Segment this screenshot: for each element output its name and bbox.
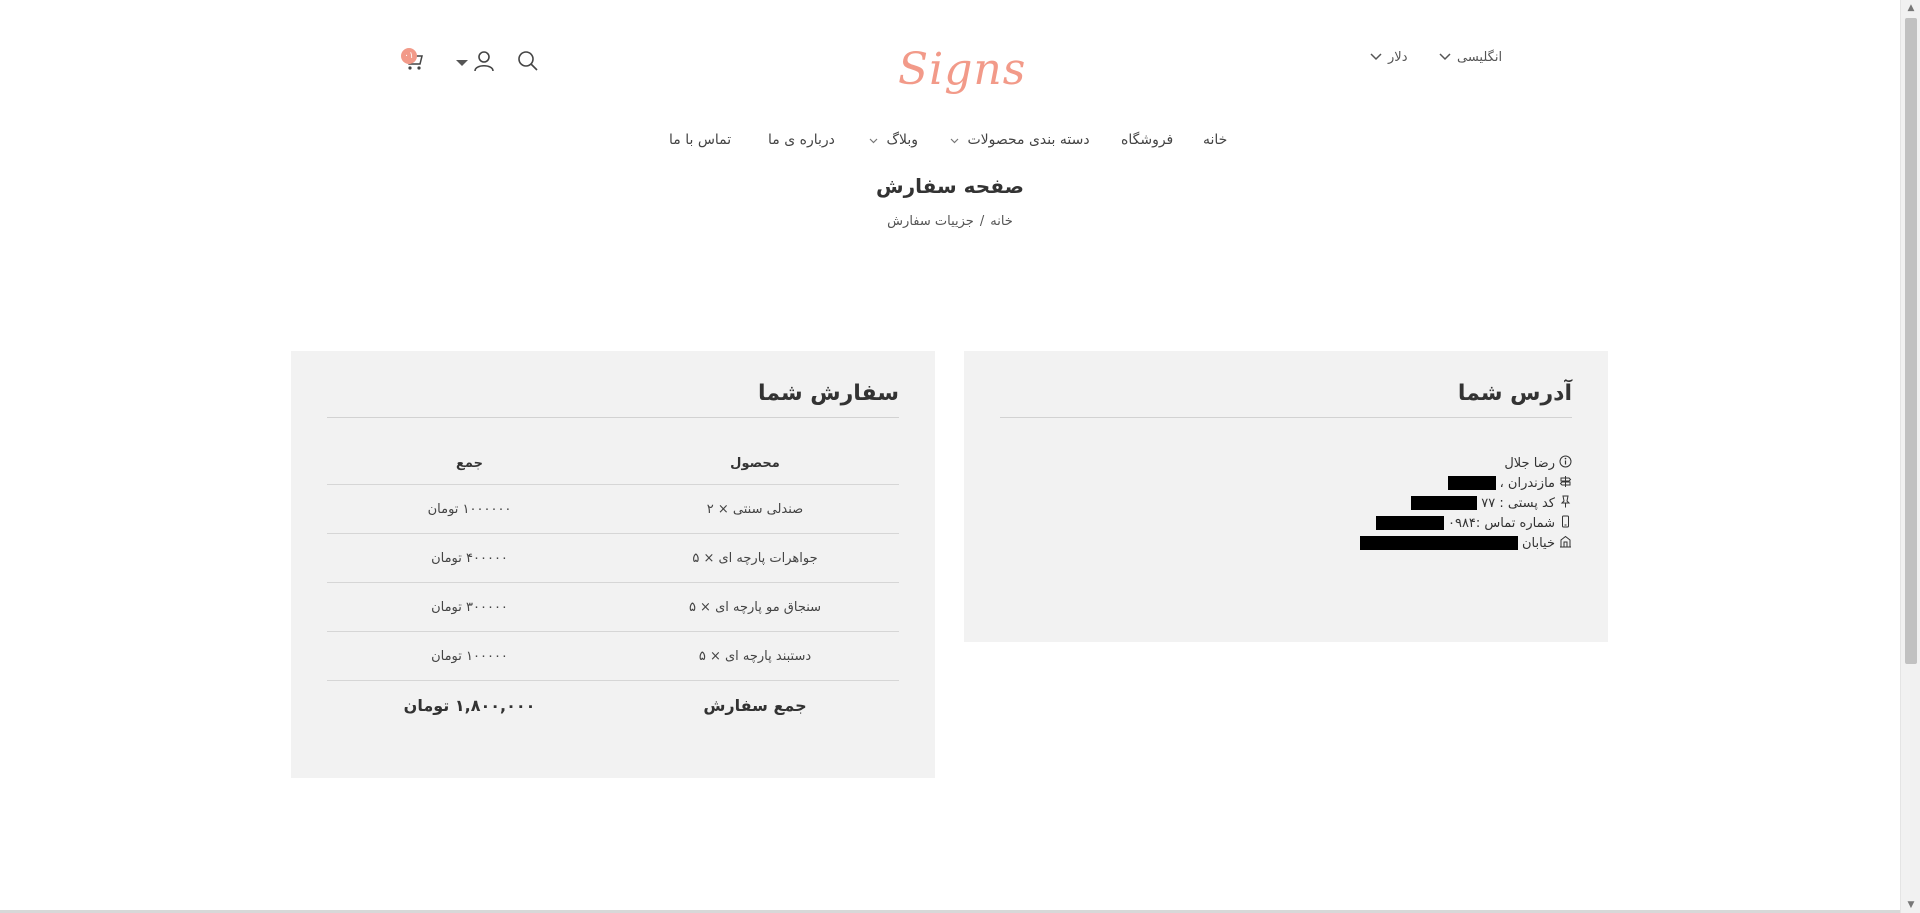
breadcrumb: خانه / جزییات سفارش (700, 214, 1200, 229)
address-street: خیابان (1359, 533, 1572, 553)
order-panel: سفارش شما محصول جمع صندلی سنتی × ۲ ۱۰۰۰۰… (291, 351, 935, 778)
column-header-total: جمع (456, 456, 483, 471)
logo[interactable]: Signs (898, 42, 1025, 98)
scrollbar-thumb[interactable] (1905, 18, 1917, 664)
nav-item-blog[interactable]: وبلاگ (869, 132, 918, 148)
order-title: سفارش شما (757, 381, 899, 406)
nav-item-home[interactable]: خانه (1203, 132, 1227, 148)
address-postal-code: کد پستی : ۷۷ (1360, 493, 1572, 513)
caret-down-icon[interactable] (456, 60, 468, 66)
table-row: صندلی سنتی × ۲ ۱۰۰۰۰۰۰ تومان (327, 485, 899, 534)
postal-code-text: کد پستی : ۷۷ (1481, 495, 1555, 511)
product-cell: دستبند پارچه ای × ۵ (698, 648, 812, 664)
table-row: سنجاق مو پارچه ای × ۵ ۳۰۰۰۰۰ تومان (327, 583, 899, 632)
chevron-down-icon (1370, 51, 1382, 64)
order-total-label: جمع سفارش (703, 696, 807, 715)
redacted-block (1359, 536, 1518, 550)
nav-item-shop[interactable]: فروشگاه (1121, 132, 1173, 148)
nav-item-about[interactable]: درباره ی ما (768, 132, 835, 148)
nav-label: فروشگاه (1121, 132, 1174, 148)
total-cell: ۳۰۰۰۰۰ تومان (431, 599, 508, 615)
column-header-product: محصول (730, 456, 780, 471)
chevron-down-icon (1439, 51, 1451, 64)
info-icon (1559, 455, 1572, 472)
nav-label: خانه (1203, 132, 1228, 148)
address-title: آدرس شما (1457, 381, 1572, 406)
table-row: جواهرات پارچه ای × ۵ ۴۰۰۰۰۰ تومان (327, 534, 899, 583)
nav-item-categories[interactable]: دسته بندی محصولات (950, 132, 1090, 148)
order-total-value: ۱,۸۰۰,۰۰۰ تومان (403, 696, 536, 715)
table-header-row: محصول جمع (327, 443, 899, 485)
nav-label: تماس با ما (669, 132, 732, 148)
table-row: دستبند پارچه ای × ۵ ۱۰۰۰۰۰ تومان (327, 632, 899, 681)
address-phone: شماره تماس :۰۹۸۴ (1360, 513, 1572, 533)
address-details: رضا جلال مازندران ، کد پستی : ۷۷ شماره ت… (1359, 453, 1572, 553)
page: Signs انگلیسی دلار ۰۱ خانه فروشگاه دسته … (0, 0, 1900, 913)
search-icon[interactable] (517, 50, 541, 74)
address-province: مازندران ، (1360, 473, 1572, 493)
currency-selector[interactable]: دلار (1370, 50, 1407, 65)
nav-label: دسته بندی محصولات (967, 132, 1090, 148)
currency-label: دلار (1388, 50, 1408, 65)
phone-text: شماره تماس :۰۹۸۴ (1447, 515, 1555, 531)
cart-count-badge: ۰۱ (401, 48, 417, 64)
total-cell: ۴۰۰۰۰۰ تومان (431, 550, 508, 566)
name-text: رضا جلال (1504, 455, 1555, 471)
redacted-block (1447, 476, 1496, 490)
divider (1000, 417, 1572, 418)
breadcrumb-separator: / (979, 214, 985, 229)
nav-label: درباره ی ما (768, 132, 835, 148)
breadcrumb-home-link[interactable]: خانه (990, 214, 1013, 229)
phone-icon (1559, 515, 1572, 532)
nav-item-contact[interactable]: تماس با ما (669, 132, 731, 148)
address-panel: آدرس شما رضا جلال مازندران ، کد پستی: ۷… (964, 351, 1608, 642)
user-icon[interactable] (473, 50, 497, 74)
building-icon (1559, 535, 1572, 552)
chevron-down-icon (869, 136, 878, 147)
pin-icon (1559, 495, 1572, 512)
province-text: مازندران ، (1499, 475, 1555, 491)
nav-label: وبلاگ (886, 132, 918, 148)
street-text: خیابان (1521, 535, 1555, 551)
product-cell: صندلی سنتی × ۲ (706, 501, 804, 517)
language-label: انگلیسی (1457, 50, 1503, 65)
vertical-scrollbar[interactable]: ▲ ▼ (1900, 0, 1920, 913)
product-cell: جواهرات پارچه ای × ۵ (692, 550, 818, 566)
total-cell: ۱۰۰۰۰۰ تومان (431, 648, 508, 664)
redacted-block (1375, 516, 1444, 530)
signpost-icon (1559, 475, 1572, 492)
address-name: رضا جلال (1360, 453, 1572, 473)
product-cell: سنجاق مو پارچه ای × ۵ (688, 599, 822, 615)
main-nav: خانه فروشگاه دسته بندی محصولات وبلاگ درب… (0, 132, 1900, 160)
chevron-down-icon (950, 136, 959, 147)
order-table: محصول جمع صندلی سنتی × ۲ ۱۰۰۰۰۰۰ تومان ج… (327, 443, 899, 730)
language-selector[interactable]: انگلیسی (1439, 50, 1502, 65)
total-cell: ۱۰۰۰۰۰۰ تومان (427, 501, 512, 517)
redacted-block (1411, 496, 1478, 510)
breadcrumb-current: جزییات سفارش (887, 214, 974, 229)
page-title: صفحه سفارش (876, 174, 1024, 198)
scroll-down-arrow-icon[interactable]: ▼ (1901, 897, 1920, 913)
order-total-row: جمع سفارش ۱,۸۰۰,۰۰۰ تومان (327, 681, 899, 730)
divider (327, 417, 899, 418)
scroll-up-arrow-icon[interactable]: ▲ (1901, 0, 1920, 16)
